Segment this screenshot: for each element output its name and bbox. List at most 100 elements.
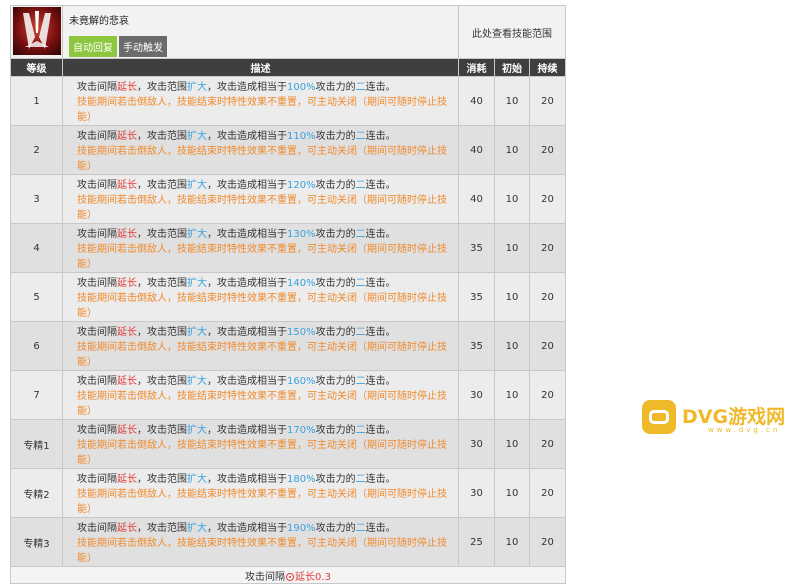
- desc-text: 连击。: [365, 425, 396, 436]
- desc-line1: 攻击间隔延长，攻击范围扩大，攻击造成相当于120%攻击力的二连击。: [77, 178, 452, 193]
- duration-cell: 20: [529, 321, 566, 371]
- desc-note: ）: [87, 210, 97, 221]
- desc-line2: 技能期间若击倒敌人，技能结束时特性效果不重置，可主动关闭（期间可随时停止技能）: [77, 242, 452, 272]
- extend-dot-icon: [286, 572, 295, 581]
- cost-cell: 40: [458, 76, 495, 126]
- initial-cell: 10: [494, 125, 530, 175]
- desc-note: 技能期间若击倒敌人，技能结束时特性效果不重置，可主动关闭（: [77, 342, 367, 353]
- desc-note: ）: [87, 112, 97, 123]
- desc-line1: 攻击间隔延长，攻击范围扩大，攻击造成相当于170%攻击力的二连击。: [77, 423, 452, 438]
- manual-trigger-tag: 手动触发: [119, 36, 167, 57]
- desc-extend: 延长: [117, 425, 137, 436]
- level-cell: 5: [10, 272, 63, 322]
- desc-text: 攻击力的: [315, 425, 356, 436]
- desc-text: 攻击间隔: [77, 425, 117, 436]
- desc-text: 连击。: [365, 523, 396, 534]
- duration-cell: 20: [529, 370, 566, 420]
- level-cell: 4: [10, 223, 63, 273]
- desc-text: ，攻击范围: [137, 131, 187, 142]
- desc-combo: 二: [355, 82, 366, 93]
- desc-cell: 攻击间隔延长，攻击范围扩大，攻击造成相当于170%攻击力的二连击。 技能期间若击倒…: [62, 419, 459, 469]
- desc-line1: 攻击间隔延长，攻击范围扩大，攻击造成相当于130%攻击力的二连击。: [77, 227, 452, 242]
- desc-text: 攻击间隔: [77, 474, 117, 485]
- skill-table: 未竟解的悲哀 自动回复 手动触发 此处查看技能范围 等级 描述 消耗 初始 持续 …: [10, 5, 566, 584]
- desc-line1: 攻击间隔延长，攻击范围扩大，攻击造成相当于100%攻击力的二连击。: [77, 80, 452, 95]
- cost-cell: 25: [458, 517, 495, 567]
- desc-combo: 二: [355, 523, 366, 534]
- table-row: 6 攻击间隔延长，攻击范围扩大，攻击造成相当于150%攻击力的二连击。 技能期间若击…: [10, 321, 566, 371]
- desc-text: 连击。: [365, 180, 396, 191]
- desc-line2: 技能期间若击倒敌人，技能结束时特性效果不重置，可主动关闭（期间可随时停止技能）: [77, 536, 452, 566]
- desc-note: ）: [87, 357, 97, 368]
- desc-cell: 攻击间隔延长，攻击范围扩大，攻击造成相当于140%攻击力的二连击。 技能期间若击倒…: [62, 272, 459, 322]
- desc-text: ，攻击范围: [137, 474, 187, 485]
- initial-cell: 10: [494, 517, 530, 567]
- desc-text: 攻击间隔: [77, 82, 117, 93]
- column-initial: 初始: [494, 58, 530, 77]
- desc-combo: 二: [355, 180, 366, 191]
- desc-percent: 170%: [287, 425, 316, 436]
- desc-note: ）: [87, 406, 97, 417]
- desc-expand: 扩大: [187, 474, 207, 485]
- desc-combo: 二: [355, 425, 366, 436]
- footer-note: 攻击间隔 延长0.3: [10, 566, 566, 584]
- initial-cell: 10: [494, 223, 530, 273]
- initial-cell: 10: [494, 468, 530, 518]
- desc-expand: 扩大: [187, 327, 207, 338]
- desc-combo: 二: [355, 278, 366, 289]
- desc-text: 连击。: [365, 327, 396, 338]
- skill-rows: 1 攻击间隔延长，攻击范围扩大，攻击造成相当于100%攻击力的二连击。 技能期间若击…: [10, 76, 566, 567]
- desc-extend: 延长: [117, 474, 137, 485]
- desc-combo: 二: [355, 376, 366, 387]
- table-row: 专精2 攻击间隔延长，攻击范围扩大，攻击造成相当于180%攻击力的二连击。 技能期间…: [10, 468, 566, 518]
- desc-text: ，攻击造成相当于: [207, 229, 287, 240]
- desc-note: ）: [87, 553, 97, 564]
- desc-expand: 扩大: [187, 523, 207, 534]
- desc-note: ）: [87, 161, 97, 172]
- level-cell: 专精2: [10, 468, 63, 518]
- desc-expand: 扩大: [187, 425, 207, 436]
- desc-line2: 技能期间若击倒敌人，技能结束时特性效果不重置，可主动关闭（期间可随时停止技能）: [77, 340, 452, 370]
- level-cell: 专精3: [10, 517, 63, 567]
- level-cell: 1: [10, 76, 63, 126]
- desc-extend: 延长: [117, 180, 137, 191]
- initial-cell: 10: [494, 76, 530, 126]
- desc-cell: 攻击间隔延长，攻击范围扩大，攻击造成相当于120%攻击力的二连击。技能期间若击倒…: [62, 174, 459, 224]
- desc-text: 连击。: [365, 474, 396, 485]
- initial-cell: 10: [494, 174, 530, 224]
- initial-cell: 10: [494, 321, 530, 371]
- desc-percent: 150%: [287, 327, 316, 338]
- level-cell: 3: [10, 174, 63, 224]
- desc-note: 技能期间若击倒敌人，技能结束时特性效果不重置，可主动关闭（: [77, 195, 367, 206]
- desc-line1: 攻击间隔延长，攻击范围扩大，攻击造成相当于110%攻击力的二连击。: [77, 129, 452, 144]
- desc-cell: 攻击间隔延长，攻击范围扩大，攻击造成相当于160%攻击力的二连击。 技能期间若击倒…: [62, 370, 459, 420]
- desc-extend: 延长: [117, 523, 137, 534]
- cost-cell: 35: [458, 272, 495, 322]
- level-cell: 2: [10, 125, 63, 175]
- desc-text: ，攻击范围: [137, 425, 187, 436]
- skill-range-button[interactable]: 此处查看技能范围: [458, 5, 566, 59]
- desc-cell: 攻击间隔延长，攻击范围扩大，攻击造成相当于100%攻击力的二连击。 技能期间若击倒…: [62, 76, 459, 126]
- desc-text: 连击。: [365, 376, 396, 387]
- desc-text: ，攻击范围: [137, 82, 187, 93]
- watermark-text: DVG游戏网: [682, 406, 786, 428]
- desc-cell: 攻击间隔延长，攻击范围扩大，攻击造成相当于150%攻击力的二连击。 技能期间若击倒…: [62, 321, 459, 371]
- table-row: 5 攻击间隔延长，攻击范围扩大，攻击造成相当于140%攻击力的二连击。 技能期间若击…: [10, 272, 566, 322]
- desc-text: ，攻击范围: [137, 327, 187, 338]
- desc-note: 技能期间若击倒敌人，技能结束时特性效果不重置，可主动关闭（: [77, 244, 367, 255]
- desc-line2: 技能期间若击倒敌人，技能结束时特性效果不重置，可主动关闭（期间可随时停止技能）: [77, 487, 452, 517]
- desc-text: 连击。: [365, 131, 396, 142]
- desc-combo: 二: [355, 474, 366, 485]
- desc-line1: 攻击间隔延长，攻击范围扩大，攻击造成相当于180%攻击力的二连击。: [77, 472, 452, 487]
- desc-note: ）: [87, 259, 97, 270]
- desc-cell: 攻击间隔延长，攻击范围扩大，攻击造成相当于190%攻击力的二连击。 技能期间若击倒…: [62, 517, 459, 567]
- desc-text: 攻击力的: [315, 278, 356, 289]
- column-level: 等级: [10, 58, 63, 77]
- desc-text: ，攻击范围: [137, 376, 187, 387]
- desc-text: 攻击间隔: [77, 180, 117, 191]
- desc-text: 攻击间隔: [77, 131, 117, 142]
- desc-combo: 二: [355, 229, 366, 240]
- initial-cell: 10: [494, 419, 530, 469]
- desc-percent: 120%: [287, 180, 316, 191]
- level-cell: 7: [10, 370, 63, 420]
